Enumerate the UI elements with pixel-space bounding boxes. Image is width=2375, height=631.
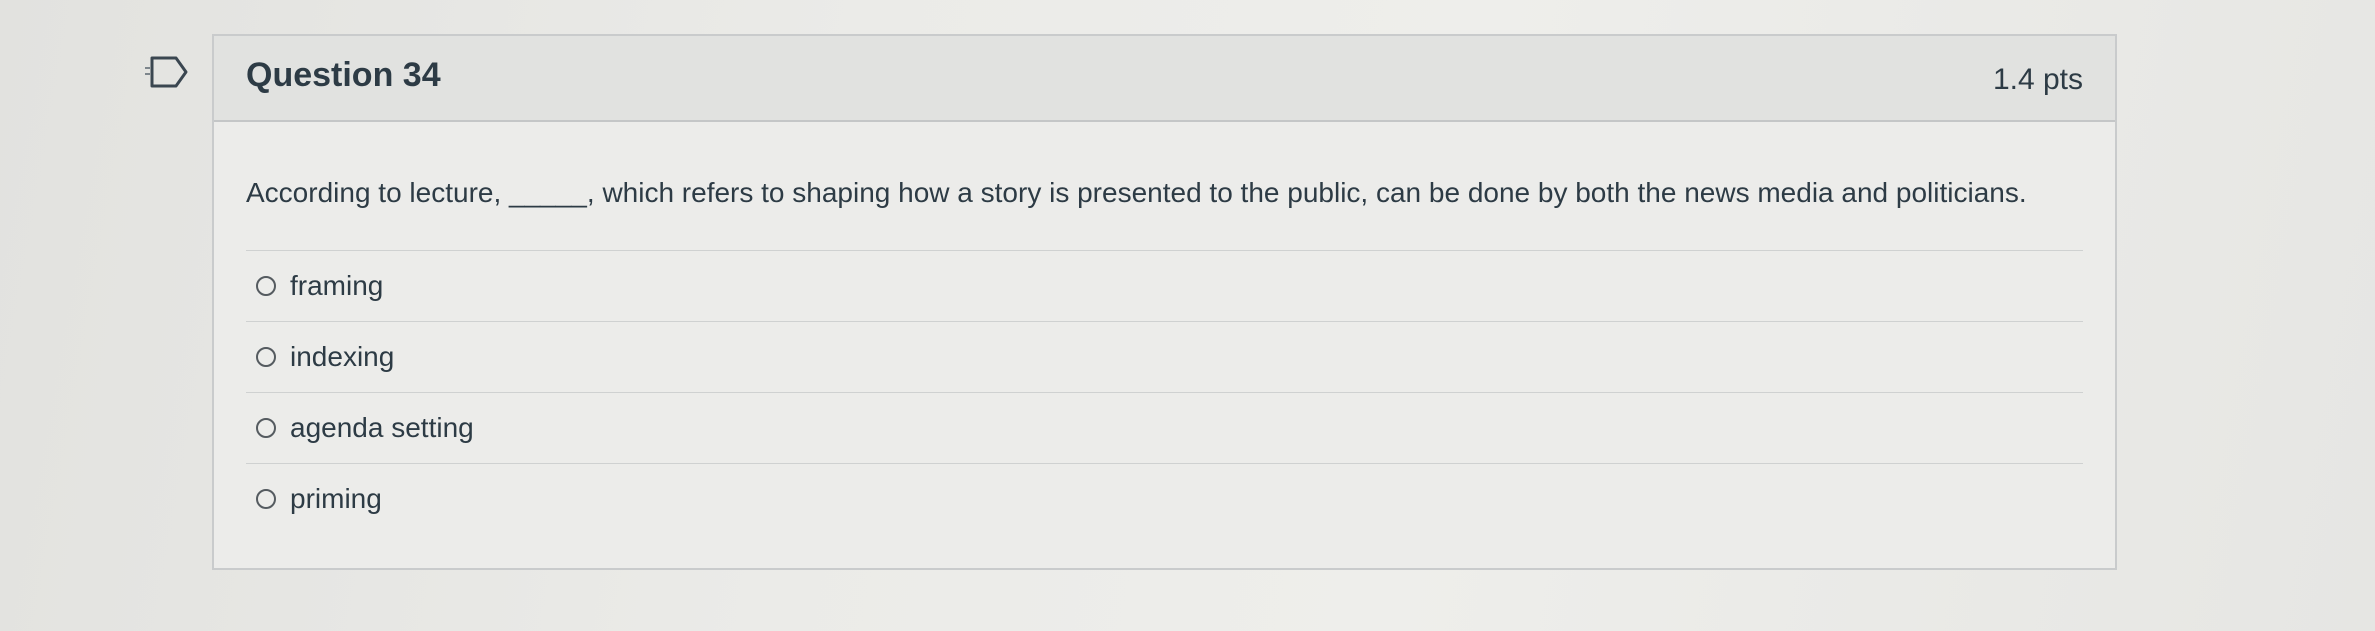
answer-label: framing [290,270,384,301]
answer-option-indexing[interactable]: indexing [246,322,2083,393]
flag-question-icon[interactable] [142,52,190,92]
answer-label: agenda setting [290,412,474,443]
radio-button[interactable] [256,418,276,438]
answer-option-priming[interactable]: priming [246,464,2083,534]
question-title: Question 34 [246,56,441,94]
answer-label: priming [290,483,382,514]
question-card: Question 34 1.4 pts According to lecture… [212,34,2117,570]
answer-label: indexing [290,341,395,372]
answer-list: framing indexing agenda setting priming [246,250,2083,534]
radio-button[interactable] [256,489,276,509]
question-points: 1.4 pts [1992,63,2083,96]
answer-option-framing[interactable]: framing [246,251,2083,322]
radio-button[interactable] [256,276,276,296]
question-text: According to lecture, _____, which refer… [246,177,2027,208]
question-body: According to lecture, _____, which refer… [214,176,2115,534]
question-header: Question 34 1.4 pts [214,36,2115,122]
answer-option-agenda-setting[interactable]: agenda setting [246,393,2083,464]
radio-button[interactable] [256,347,276,367]
